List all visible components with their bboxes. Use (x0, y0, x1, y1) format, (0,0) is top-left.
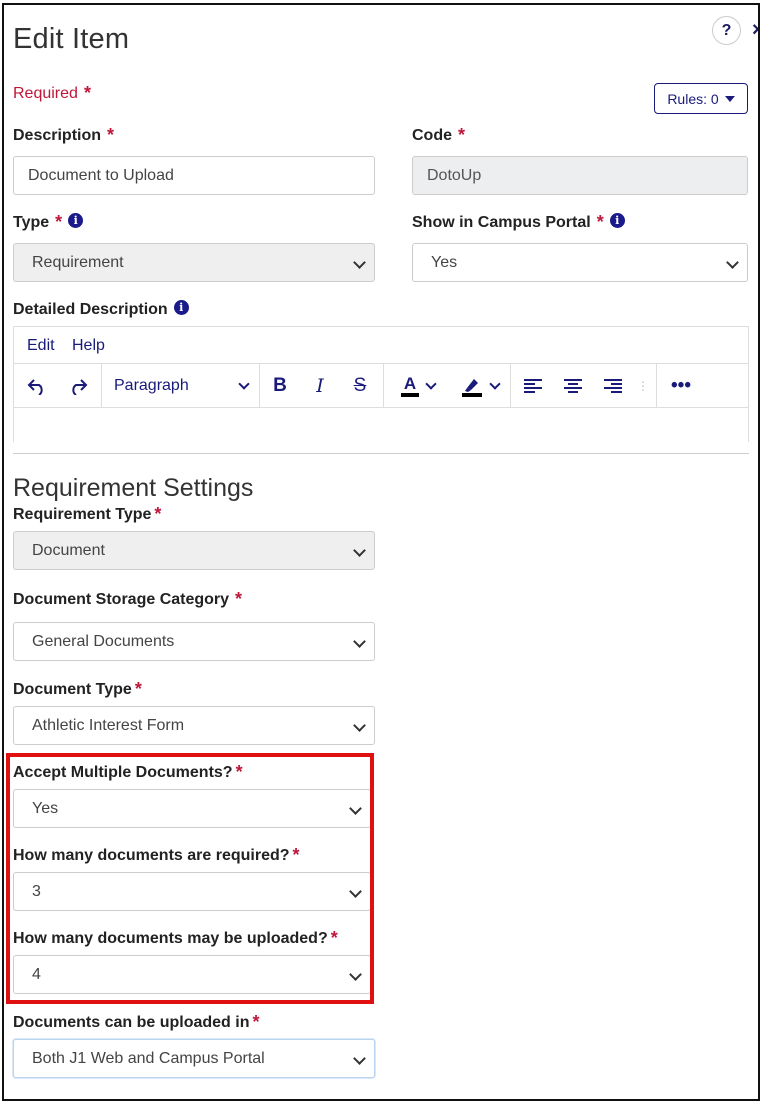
show-in-portal-select[interactable]: Yes (412, 243, 748, 282)
requirement-settings-title: Requirement Settings (13, 474, 254, 502)
toolbar-separator (101, 364, 102, 408)
toolbar-separator (383, 364, 384, 408)
description-label-text: Description (13, 127, 102, 144)
storage-category-value: General Documents (32, 632, 175, 650)
code-value: DotoUp (427, 166, 482, 184)
editor-menubar: Edit Help (14, 327, 748, 364)
rich-text-editor: Edit Help Paragraph B I S A ⋮ ••• (13, 326, 749, 442)
chevron-down-icon (353, 544, 366, 557)
block-format-value: Paragraph (114, 377, 189, 394)
requirement-type-label: Requirement Type * (13, 504, 162, 527)
storage-category-label-text: Document Storage Category (13, 591, 230, 608)
italic-icon[interactable]: I (307, 373, 333, 399)
type-label: Type * i (13, 212, 84, 235)
required-star: * (107, 125, 115, 145)
chevron-down-icon (353, 1052, 366, 1065)
upload-location-value: Both J1 Web and Campus Portal (32, 1049, 265, 1067)
type-label-text: Type (13, 214, 50, 231)
text-color-icon[interactable]: A (392, 373, 444, 399)
rules-button-label: Rules: 0 (667, 90, 719, 107)
description-input[interactable]: Document to Upload (13, 156, 375, 195)
align-right-icon[interactable] (600, 373, 626, 399)
toolbar-separator (510, 364, 511, 408)
requirement-type-select: Document (13, 531, 375, 570)
chevron-down-icon (353, 256, 366, 269)
undo-icon[interactable] (24, 373, 50, 399)
page-title: Edit Item (13, 23, 130, 55)
chevron-down-icon (489, 378, 501, 390)
marker-icon (461, 375, 483, 397)
required-note: Required * (13, 83, 91, 106)
show-in-portal-label-text: Show in Campus Portal (412, 214, 591, 231)
align-left-icon[interactable] (520, 373, 546, 399)
show-in-portal-value: Yes (431, 253, 458, 271)
help-button[interactable]: ? (712, 16, 741, 45)
info-icon[interactable]: i (68, 213, 84, 229)
caret-down-icon (724, 95, 735, 102)
required-star: * (458, 125, 466, 145)
required-star: * (55, 212, 63, 232)
block-format-select[interactable]: Paragraph (106, 373, 256, 399)
description-value: Document to Upload (28, 166, 174, 184)
toolbar-separator (656, 364, 657, 408)
document-type-select[interactable]: Athletic Interest Form (13, 706, 375, 745)
document-type-label-text: Document Type (13, 681, 132, 698)
chevron-down-icon (353, 635, 366, 648)
editor-toolbar: Paragraph B I S A ⋮ ••• (14, 364, 748, 408)
more-icon[interactable]: ••• (668, 373, 694, 399)
required-star: * (134, 679, 142, 699)
menu-help[interactable]: Help (72, 337, 105, 355)
requirement-type-label-text: Requirement Type (13, 506, 152, 523)
required-star: * (83, 83, 91, 103)
storage-category-label: Document Storage Category * (13, 589, 243, 612)
chevron-down-icon (238, 378, 250, 390)
info-icon[interactable]: i (173, 300, 189, 316)
required-star: * (154, 504, 162, 524)
code-label: Code * (412, 125, 466, 148)
type-value: Requirement (32, 253, 124, 271)
edit-item-dialog: Edit Item ? × Required * Rules: 0 Descrip… (2, 3, 760, 1101)
show-in-portal-label: Show in Campus Portal * i (412, 212, 625, 235)
required-star: * (252, 1012, 260, 1032)
upload-location-label-text: Documents can be uploaded in (13, 1014, 250, 1031)
required-star: * (235, 589, 243, 609)
toolbar-grip-icon: ⋮ (637, 379, 649, 393)
description-label: Description * (13, 125, 115, 148)
detailed-description-label-text: Detailed Description (13, 301, 168, 318)
chevron-down-icon (726, 256, 739, 269)
section-divider (13, 453, 749, 454)
detailed-description-label: Detailed Description i (13, 300, 189, 319)
required-star: * (596, 212, 604, 232)
bold-icon[interactable]: B (267, 373, 293, 399)
menu-edit[interactable]: Edit (27, 337, 55, 355)
type-select: Requirement (13, 243, 375, 282)
strikethrough-icon[interactable]: S (347, 373, 373, 399)
chevron-down-icon (425, 378, 437, 390)
requirement-type-value: Document (32, 541, 105, 559)
highlight-box (6, 753, 374, 1004)
letter-a-icon: A (400, 375, 420, 397)
code-label-text: Code (412, 127, 452, 144)
redo-icon[interactable] (65, 373, 91, 399)
document-type-value: Athletic Interest Form (32, 716, 185, 734)
chevron-down-icon (353, 719, 366, 732)
info-icon[interactable]: i (609, 213, 625, 229)
storage-category-select[interactable]: General Documents (13, 622, 375, 661)
upload-location-label: Documents can be uploaded in * (13, 1012, 260, 1035)
document-type-label: Document Type * (13, 679, 142, 702)
code-input: DotoUp (412, 156, 748, 195)
upload-location-select[interactable]: Both J1 Web and Campus Portal (13, 1039, 375, 1078)
highlight-color-icon[interactable] (454, 373, 506, 399)
align-center-icon[interactable] (560, 373, 586, 399)
toolbar-separator (259, 364, 260, 408)
rules-button[interactable]: Rules: 0 (654, 83, 748, 114)
close-icon[interactable]: × (752, 19, 758, 42)
required-note-text: Required (13, 85, 78, 102)
